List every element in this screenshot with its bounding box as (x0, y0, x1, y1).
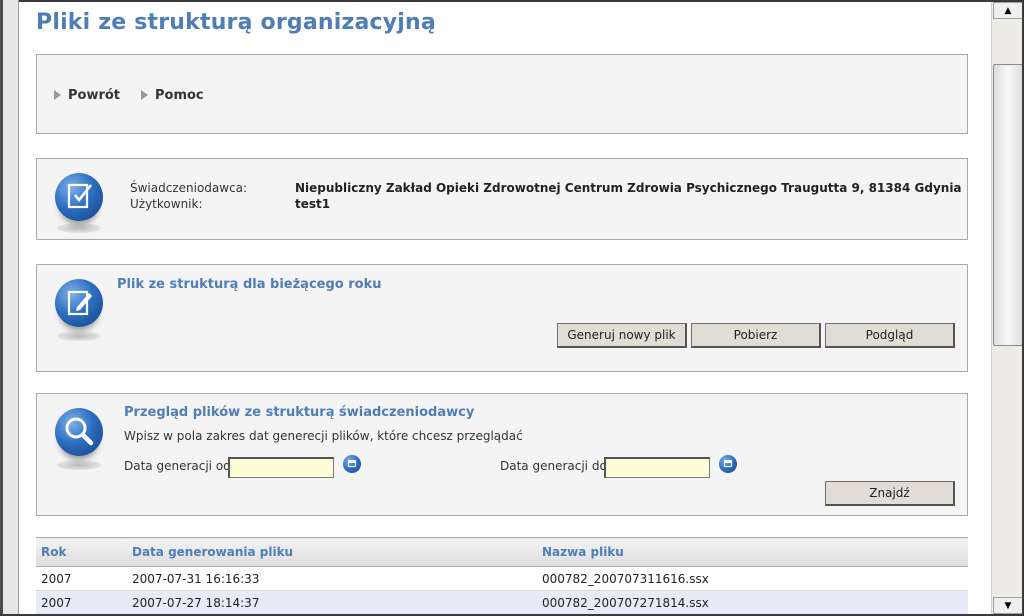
search-title: Przegląd plików ze strukturą świadczenio… (124, 405, 475, 420)
cell-year: 2007 (36, 566, 127, 591)
scrollbar-thumb[interactable] (993, 64, 1023, 346)
generate-file-button[interactable]: Generuj nowy plik (557, 323, 687, 348)
help-link[interactable]: Pomoc (141, 88, 204, 103)
nav-panel: Powrót Pomoc (36, 54, 968, 134)
scroll-up-icon[interactable]: ▲ (993, 2, 1023, 19)
window-frame-left-border (3, 0, 19, 616)
vertical-scrollbar[interactable]: ▲ ▼ (991, 2, 1023, 614)
main-content: Pliki ze strukturą organizacyjną Powrót … (19, 2, 991, 614)
cell-name: 000782_200707311616.ssx (537, 566, 968, 591)
back-link[interactable]: Powrót (54, 88, 120, 103)
provider-label: Świadczeniodawca: (130, 181, 248, 195)
cell-name: 000782_200707271814.ssx (537, 590, 968, 614)
current-year-title: Plik ze strukturą dla bieżącego roku (117, 277, 382, 292)
date-to-input[interactable] (604, 457, 710, 478)
table-header-row: Rok Data generowania pliku Nazwa pliku (36, 537, 968, 567)
find-button[interactable]: Znajdź (825, 481, 955, 506)
date-to-label: Data generacji do: (500, 459, 611, 473)
user-label: Użytkownik: (130, 197, 203, 211)
icon-reflection (57, 460, 101, 470)
date-from-input[interactable] (228, 457, 334, 478)
search-panel: Przegląd plików ze strukturą świadczenio… (36, 393, 968, 516)
edit-check-icon (55, 173, 103, 221)
help-link-label: Pomoc (155, 88, 204, 103)
provider-value: Niepubliczny Zakład Opieki Zdrowotnej Ce… (295, 181, 962, 195)
cell-year: 2007 (36, 590, 127, 614)
preview-button[interactable]: Podgląd (825, 323, 955, 348)
info-panel: Świadczeniodawca: Użytkownik: Niepublicz… (36, 158, 968, 240)
results-table: Rok Data generowania pliku Nazwa pliku 2… (36, 537, 968, 614)
edit-pencil-icon (55, 279, 103, 327)
icon-reflection (57, 331, 101, 341)
back-link-label: Powrót (68, 88, 121, 103)
column-header-year[interactable]: Rok (36, 537, 127, 567)
search-hint: Wpisz w pola zakres dat generecji plików… (124, 429, 523, 443)
column-header-date[interactable]: Data generowania pliku (127, 537, 537, 567)
table-row[interactable]: 2007 2007-07-31 16:16:33 000782_20070731… (36, 566, 968, 591)
table-row[interactable]: 2007 2007-07-27 18:14:37 000782_20070727… (36, 590, 968, 614)
triangle-right-icon (141, 90, 148, 100)
page-title: Pliki ze strukturą organizacyjną (36, 10, 436, 35)
current-year-panel: Plik ze strukturą dla bieżącego roku Gen… (36, 264, 968, 372)
triangle-right-icon (54, 90, 61, 100)
icon-reflection (57, 223, 101, 233)
user-value: test1 (295, 197, 331, 211)
column-header-name[interactable]: Nazwa pliku (537, 537, 968, 567)
calendar-icon[interactable] (719, 455, 737, 473)
calendar-icon[interactable] (343, 455, 361, 473)
date-from-label: Data generacji od: (124, 459, 235, 473)
scroll-down-icon[interactable]: ▼ (993, 597, 1023, 614)
magnifier-icon (55, 408, 103, 456)
download-button[interactable]: Pobierz (691, 323, 821, 348)
cell-date: 2007-07-31 16:16:33 (127, 566, 537, 591)
cell-date: 2007-07-27 18:14:37 (127, 590, 537, 614)
